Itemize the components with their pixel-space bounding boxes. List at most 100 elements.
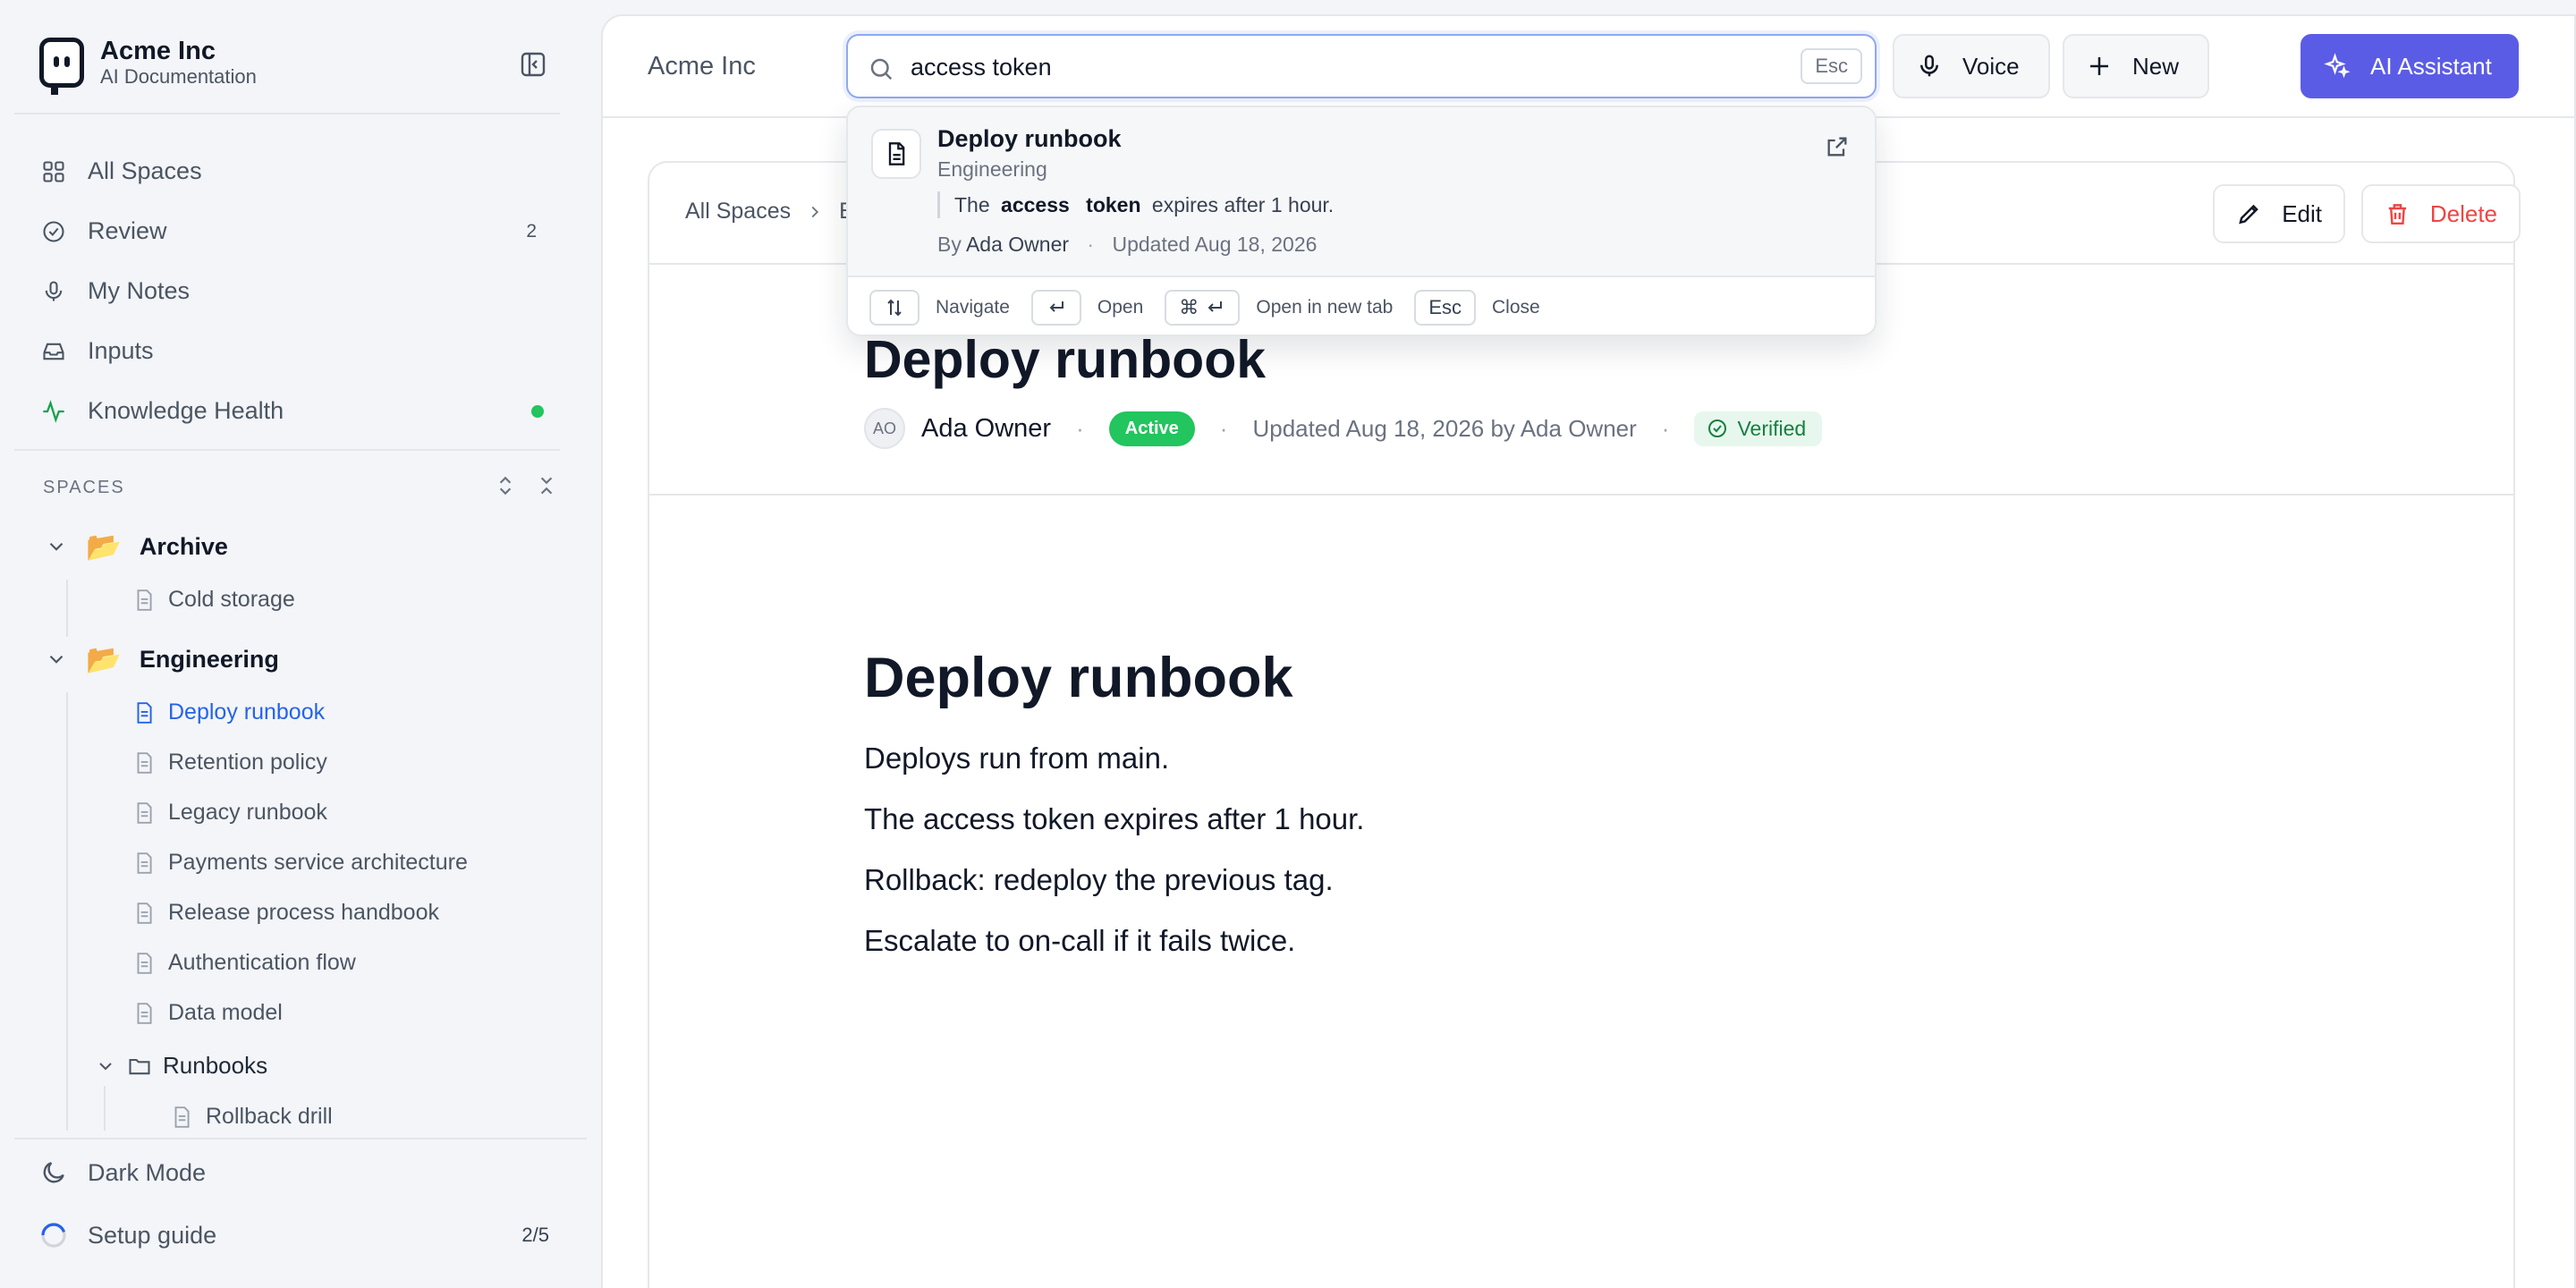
tree-folder-engineering[interactable]: 📂 Engineering <box>45 642 279 676</box>
review-count: 2 <box>526 220 537 242</box>
sparkles-icon <box>2324 53 2351 79</box>
setup-guide-label: Setup guide <box>88 1221 217 1249</box>
open-folder-icon: 📂 <box>86 643 122 675</box>
document-icon <box>137 701 152 724</box>
tree-guide <box>104 1086 106 1131</box>
nav-knowledge-health[interactable]: Knowledge Health <box>39 381 558 441</box>
chevron-down-icon[interactable] <box>45 535 68 558</box>
new-label: New <box>2132 52 2180 80</box>
search-query: access token <box>911 54 1052 80</box>
chevron-down-icon[interactable] <box>45 648 68 671</box>
tree-doc-label: Cold storage <box>168 587 295 612</box>
tree-doc-legacy-runbook[interactable]: Legacy runbook <box>132 800 327 826</box>
edit-button[interactable]: Edit <box>2213 184 2345 243</box>
snippet-highlight: access <box>1001 193 1070 216</box>
nav-inputs[interactable]: Inputs <box>39 321 558 381</box>
result-snippet: The access token expires after 1 hour. <box>937 191 1334 218</box>
result-author: Ada Owner <box>965 233 1070 256</box>
snippet-text: expires after 1 hour. <box>1151 193 1335 216</box>
expand-all-icon[interactable] <box>494 474 517 502</box>
arrows-key-icon <box>869 290 919 326</box>
delete-button[interactable]: Delete <box>2361 184 2521 243</box>
tree-guide <box>66 580 68 637</box>
separator-dot: · <box>1076 414 1084 442</box>
tree-doc-cold-storage[interactable]: Cold storage <box>132 587 295 613</box>
enter-key-icon <box>1030 290 1081 326</box>
ai-assistant-button[interactable]: AI Assistant <box>2301 34 2519 98</box>
result-space: Engineering <box>937 157 1047 181</box>
search-input[interactable]: access token Esc <box>846 34 1877 98</box>
brand-subtitle: AI Documentation <box>100 65 257 88</box>
activity-icon <box>39 397 68 426</box>
document-meta: AO Ada Owner · Active · Updated Aug 18, … <box>864 406 1823 451</box>
voice-button[interactable]: Voice <box>1893 34 2050 98</box>
acme-logo-icon <box>39 38 84 95</box>
tree-doc-label: Retention policy <box>168 750 327 775</box>
keyboard-hints: Navigate Open ⌘ Open in new tab Esc Clos… <box>869 290 1562 326</box>
nav-label: Review <box>88 217 167 244</box>
snippet-highlight: token <box>1086 193 1141 216</box>
tree-doc-authentication-flow[interactable]: Authentication flow <box>132 950 356 976</box>
document-icon <box>137 801 152 824</box>
moon-icon <box>43 1162 64 1183</box>
document-body[interactable]: Deploy runbook Deploys run from main. Th… <box>864 646 1364 971</box>
tree-folder-label: Engineering <box>139 645 279 673</box>
open-folder-icon: 📂 <box>86 530 122 563</box>
tree-guide <box>66 692 68 1131</box>
divider <box>14 1138 587 1140</box>
tree-folder-archive[interactable]: 📂 Archive <box>45 530 228 564</box>
spaces-actions <box>494 474 558 502</box>
avatar[interactable]: AO <box>864 408 905 449</box>
health-status-dot <box>531 404 544 418</box>
tree-doc-label: Authentication flow <box>168 950 356 975</box>
collapse-all-icon[interactable] <box>535 474 558 502</box>
tree-doc-payments-service-architecture[interactable]: Payments service architecture <box>132 850 468 876</box>
inbox-icon <box>39 337 68 366</box>
new-button[interactable]: New <box>2063 34 2209 98</box>
progress-ring-icon <box>41 1223 66 1248</box>
tree-doc-retention-policy[interactable]: Retention policy <box>132 750 327 775</box>
nav-my-notes[interactable]: My Notes <box>39 261 558 321</box>
tree-doc-rollback-drill[interactable]: Rollback drill <box>170 1104 333 1130</box>
collapse-sidebar-icon[interactable] <box>519 50 547 79</box>
verified-badge[interactable]: Verified <box>1694 411 1823 446</box>
delete-label: Delete <box>2429 199 2497 227</box>
body-heading: Deploy runbook <box>864 647 1293 709</box>
dark-mode-toggle[interactable]: Dark Mode <box>39 1141 558 1204</box>
nav-label: Inputs <box>88 337 154 364</box>
tree-folder-runbooks[interactable]: Runbooks <box>95 1052 267 1080</box>
folder-icon <box>129 1058 150 1074</box>
nav-all-spaces[interactable]: All Spaces <box>39 141 558 201</box>
tree-doc-deploy-runbook[interactable]: Deploy runbook <box>132 699 325 725</box>
result-updated: Updated Aug 18, 2026 <box>1112 233 1318 256</box>
brand[interactable]: Acme Inc AI Documentation <box>39 34 257 95</box>
microphone-icon <box>39 277 68 306</box>
tree-doc-label: Deploy runbook <box>168 699 326 724</box>
chevron-down-icon[interactable] <box>95 1055 116 1077</box>
tree-doc-release-process-handbook[interactable]: Release process handbook <box>132 900 439 926</box>
owner-name[interactable]: Ada Owner <box>921 414 1051 444</box>
chevron-right-icon <box>811 206 819 217</box>
check-circle-icon <box>39 217 68 246</box>
divider <box>14 113 560 114</box>
breadcrumb: All Spaces E <box>685 199 854 225</box>
breadcrumb-all-spaces[interactable]: All Spaces <box>685 199 791 225</box>
sidebar-footer: Dark Mode Setup guide 2/5 <box>39 1141 558 1267</box>
setup-guide[interactable]: Setup guide 2/5 <box>39 1204 558 1267</box>
status-badge[interactable]: Active <box>1108 411 1195 446</box>
separator-dot: · <box>1087 233 1095 256</box>
document-icon <box>137 589 152 611</box>
nav-review[interactable]: Review 2 <box>39 201 558 261</box>
document-icon <box>137 902 152 924</box>
tree-doc-label: Data model <box>168 1000 283 1025</box>
main-nav: All Spaces Review 2 My Notes Inputs Know… <box>39 141 558 441</box>
plus-icon <box>2090 57 2108 75</box>
tree-doc-data-model[interactable]: Data model <box>132 1000 283 1026</box>
trash-icon <box>2388 204 2407 225</box>
nav-label: My Notes <box>88 277 191 304</box>
brand-name: Acme Inc <box>100 37 216 65</box>
search-result-item[interactable]: Deploy runbook Engineering The access to… <box>848 107 1875 277</box>
document-icon <box>137 852 152 874</box>
tree-folder-label: Runbooks <box>163 1052 268 1079</box>
external-link-icon[interactable] <box>1825 134 1850 159</box>
